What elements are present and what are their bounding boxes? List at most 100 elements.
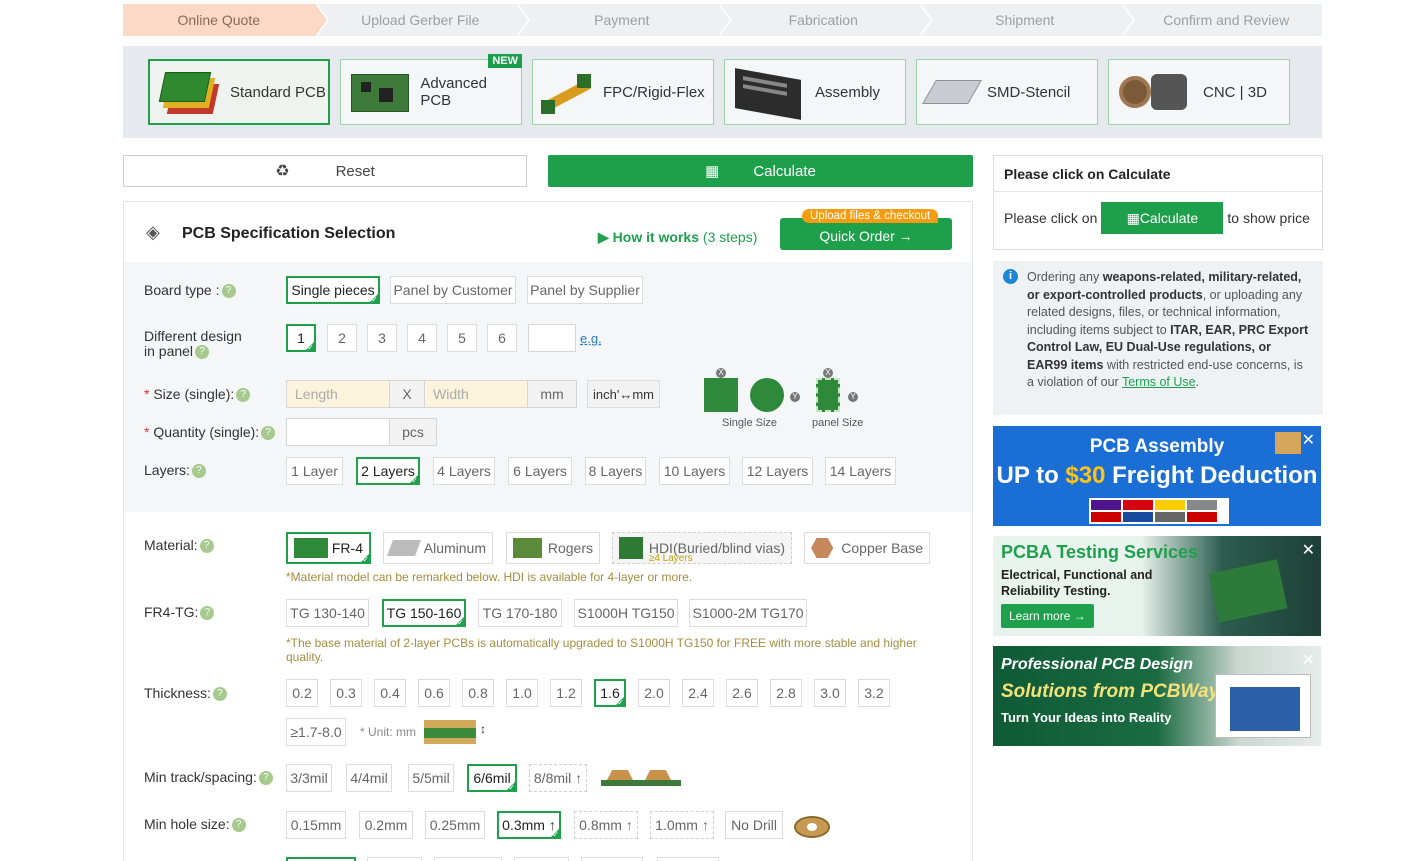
design-option-2[interactable]: 2 <box>327 324 357 352</box>
layers-option-1[interactable]: 1 Layer <box>286 457 343 485</box>
next-option[interactable] <box>657 857 719 861</box>
next-option[interactable] <box>581 857 643 861</box>
tg-option-130[interactable]: TG 130-140 <box>286 599 369 627</box>
thickness-option[interactable]: 3.0 <box>814 679 846 707</box>
material-copper-base[interactable]: Copper Base <box>804 532 930 564</box>
next-option[interactable] <box>367 857 422 861</box>
layers-option-6[interactable]: 6 Layers <box>508 457 572 485</box>
hole-option-no-drill[interactable]: No Drill <box>725 811 783 839</box>
tg-option-s1000h[interactable]: S1000H TG150 <box>574 599 678 627</box>
next-option-selected[interactable] <box>286 857 356 861</box>
calculate-button[interactable]: ▦ Calculate <box>548 155 973 187</box>
track-option-4[interactable]: 4/4mil <box>346 764 392 792</box>
layers-option-4[interactable]: 4 Layers <box>433 457 495 485</box>
help-icon[interactable]: ? <box>236 388 251 403</box>
layers-option-12[interactable]: 12 Layers <box>742 457 813 485</box>
track-option-5[interactable]: 5/5mil <box>408 764 454 792</box>
ad-pcba-testing[interactable]: ✕ PCBA Testing Services Electrical, Func… <box>993 536 1321 636</box>
thickness-option[interactable]: 0.2 <box>286 679 318 707</box>
thickness-option[interactable]: 2.8 <box>770 679 802 707</box>
tg-option-s1000-2m[interactable]: S1000-2M TG170 <box>689 599 807 627</box>
board-type-panel-customer[interactable]: Panel by Customer <box>390 276 516 304</box>
help-icon[interactable]: ? <box>200 606 215 621</box>
material-fr4[interactable]: FR-4 <box>286 532 371 564</box>
design-option-3[interactable]: 3 <box>367 324 397 352</box>
quantity-input[interactable] <box>286 418 390 446</box>
next-option[interactable] <box>514 857 569 861</box>
layers-option-14[interactable]: 14 Layers <box>825 457 896 485</box>
tab-advanced-pcb[interactable]: NEW Advanced PCB <box>340 54 522 125</box>
help-icon[interactable]: ? <box>191 464 206 479</box>
hole-option-015[interactable]: 0.15mm <box>286 811 346 839</box>
thickness-option[interactable]: 1.2 <box>550 679 582 707</box>
step-payment: Payment <box>516 4 731 36</box>
ad-pcb-assembly[interactable]: ✕ PCB Assembly UP to $30 Freight Deducti… <box>993 426 1321 526</box>
board-type-panel-supplier[interactable]: Panel by Supplier <box>527 276 643 304</box>
design-option-1[interactable]: 1 <box>286 324 316 352</box>
design-example-link[interactable]: e.g. <box>580 331 602 346</box>
hole-option-025[interactable]: 0.25mm <box>425 811 485 839</box>
next-option[interactable] <box>434 857 502 861</box>
length-input[interactable]: Length <box>286 380 390 408</box>
layers-option-8[interactable]: 8 Layers <box>585 457 646 485</box>
thickness-option[interactable]: 0.6 <box>418 679 450 707</box>
hole-option-08[interactable]: 0.8mm ↑ <box>574 811 638 839</box>
hole-option-03[interactable]: 0.3mm ↑ <box>497 811 561 839</box>
thickness-custom-range[interactable]: ≥1.7-8.0 <box>286 718 346 746</box>
width-input[interactable]: Width <box>424 380 528 408</box>
help-icon[interactable]: ? <box>212 687 227 702</box>
track-option-6[interactable]: 6/6mil <box>467 764 517 792</box>
info-icon: i <box>1003 269 1018 284</box>
track-option-3[interactable]: 3/3mil <box>286 764 332 792</box>
thickness-option[interactable]: 2.4 <box>682 679 714 707</box>
design-option-4[interactable]: 4 <box>407 324 437 352</box>
thickness-option[interactable]: 0.8 <box>462 679 494 707</box>
design-custom-input[interactable] <box>528 324 576 352</box>
help-icon[interactable]: ? <box>221 284 236 299</box>
unit-convert-button[interactable]: inch'↔mm <box>587 380 660 408</box>
thickness-option[interactable]: 1.0 <box>506 679 538 707</box>
layers-option-2[interactable]: 2 Layers <box>356 457 420 485</box>
hole-option-10[interactable]: 1.0mm ↑ <box>650 811 714 839</box>
quick-order-button[interactable]: Upload files & checkout Quick Order → <box>780 209 952 250</box>
learn-more-button[interactable]: Learn more → <box>1001 604 1094 628</box>
tg-option-150[interactable]: TG 150-160 <box>382 599 466 627</box>
tab-assembly[interactable]: Assembly <box>724 59 906 125</box>
reset-button[interactable]: ♻ Reset <box>123 155 527 187</box>
layers-option-10[interactable]: 10 Layers <box>659 457 730 485</box>
tab-standard-pcb[interactable]: Standard PCB <box>148 59 330 125</box>
hole-label: Min hole size:? <box>144 816 246 833</box>
help-icon[interactable]: ? <box>261 426 276 441</box>
material-aluminum[interactable]: Aluminum <box>383 532 493 564</box>
thickness-option[interactable]: 0.4 <box>374 679 406 707</box>
side-calculate-button[interactable]: ▦ Calculate <box>1101 202 1224 234</box>
close-icon[interactable]: ✕ <box>1302 650 1315 670</box>
standard-pcb-image <box>156 66 222 118</box>
tg-option-170[interactable]: TG 170-180 <box>478 599 562 627</box>
thickness-option[interactable]: 0.3 <box>330 679 362 707</box>
help-icon[interactable]: ? <box>199 539 214 554</box>
thickness-option[interactable]: 2.6 <box>726 679 758 707</box>
help-icon[interactable]: ? <box>231 818 246 833</box>
step-upload-gerber: Upload Gerber File <box>315 4 530 36</box>
thickness-option[interactable]: 2.0 <box>638 679 670 707</box>
material-hdi[interactable]: HDI(Buried/blind vias) ≥4 Layers <box>612 532 792 564</box>
tab-smd-stencil[interactable]: SMD-Stencil <box>916 59 1098 125</box>
help-icon[interactable]: ? <box>195 345 210 360</box>
board-type-single[interactable]: Single pieces <box>286 276 380 304</box>
design-option-5[interactable]: 5 <box>447 324 477 352</box>
ad-pcb-design[interactable]: ✕ Professional PCB Design Solutions from… <box>993 646 1321 746</box>
material-rogers[interactable]: Rogers <box>506 532 600 564</box>
how-it-works-link[interactable]: ▶ How it works (3 steps) <box>598 229 757 246</box>
tab-fpc-rigid-flex[interactable]: FPC/Rigid-Flex <box>532 59 714 125</box>
panel-size-diagram: X Y <box>816 368 866 414</box>
hole-option-02[interactable]: 0.2mm <box>359 811 413 839</box>
thickness-option[interactable]: 1.6 <box>594 679 626 707</box>
track-option-8[interactable]: 8/8mil ↑ <box>529 764 587 792</box>
tab-cnc-3d[interactable]: CNC | 3D <box>1108 59 1290 125</box>
close-icon[interactable]: ✕ <box>1302 540 1315 560</box>
help-icon[interactable]: ? <box>258 771 273 786</box>
design-option-6[interactable]: 6 <box>487 324 517 352</box>
terms-of-use-link[interactable]: Terms of Use <box>1122 375 1196 389</box>
thickness-option[interactable]: 3.2 <box>858 679 890 707</box>
